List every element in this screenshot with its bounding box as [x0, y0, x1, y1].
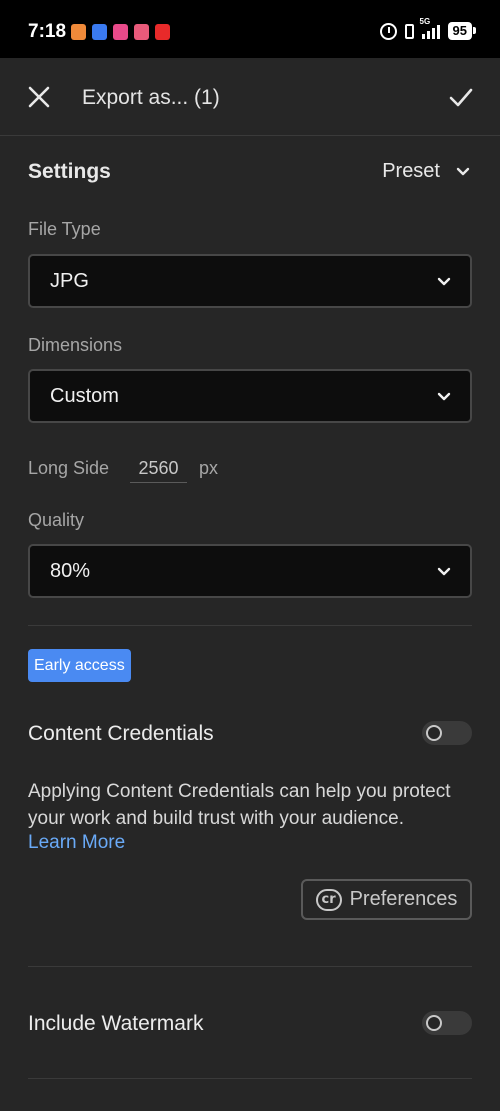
- content-credentials-title: Content Credentials: [28, 722, 214, 745]
- system-icons: 5G 95: [379, 17, 477, 40]
- settings-heading: Settings: [28, 160, 111, 183]
- app-notification-icon-2: [92, 24, 107, 40]
- file-type-value: JPG: [50, 270, 89, 292]
- file-type-label: File Type: [28, 219, 101, 239]
- battery-icon: 95: [447, 22, 477, 40]
- app-bar: Export as... (1): [0, 58, 500, 136]
- watermark-title: Include Watermark: [28, 1012, 204, 1035]
- early-access-badge: Early access: [28, 649, 131, 682]
- alarm-icon: [379, 22, 397, 40]
- close-icon[interactable]: [26, 84, 52, 110]
- vibrate-icon: [404, 23, 414, 39]
- app-notification-icon-4: [134, 24, 149, 40]
- notification-icons: [71, 24, 170, 40]
- network-type: 5G: [419, 17, 431, 26]
- preferences-label: Preferences: [349, 888, 458, 910]
- page-title: Export as... (1): [82, 86, 220, 109]
- file-type-select[interactable]: JPG: [28, 254, 472, 308]
- chevron-down-icon: [437, 567, 451, 576]
- quality-select[interactable]: 80%: [28, 544, 472, 598]
- toggle-knob: [426, 725, 442, 741]
- chevron-down-icon: [437, 277, 451, 286]
- preset-label: Preset: [382, 160, 440, 182]
- divider: [28, 966, 472, 967]
- toggle-knob: [426, 1015, 442, 1031]
- content-credentials-toggle[interactable]: [422, 721, 472, 745]
- content-credentials-description: Applying Content Credentials can help yo…: [28, 781, 451, 829]
- app-notification-icon-3: [113, 24, 128, 40]
- dimensions-value: Custom: [50, 385, 119, 407]
- quality-label: Quality: [28, 510, 85, 530]
- divider: [28, 1078, 472, 1079]
- dimensions-label: Dimensions: [28, 335, 123, 355]
- long-side-input[interactable]: 2560: [130, 455, 187, 483]
- status-bar: 7:18 5G 95: [0, 0, 500, 58]
- status-time: 7:18: [28, 21, 67, 42]
- chevron-down-icon: [437, 392, 451, 401]
- preferences-button[interactable]: cr Preferences: [301, 879, 472, 920]
- check-icon[interactable]: [448, 84, 474, 110]
- youtube-icon: [155, 24, 170, 40]
- long-side-unit: px: [199, 458, 219, 478]
- watermark-toggle[interactable]: [422, 1011, 472, 1035]
- long-side-label: Long Side: [28, 458, 110, 478]
- preset-dropdown[interactable]: Preset: [382, 160, 470, 183]
- quality-value: 80%: [50, 560, 91, 582]
- app-notification-icon-1: [71, 24, 86, 40]
- chevron-down-icon: [456, 167, 470, 175]
- signal-icon: 5G: [420, 17, 440, 39]
- dimensions-select[interactable]: Custom: [28, 369, 472, 423]
- learn-more-link[interactable]: Learn More: [28, 832, 125, 854]
- content-credentials-icon: cr: [315, 888, 342, 911]
- divider: [28, 625, 472, 626]
